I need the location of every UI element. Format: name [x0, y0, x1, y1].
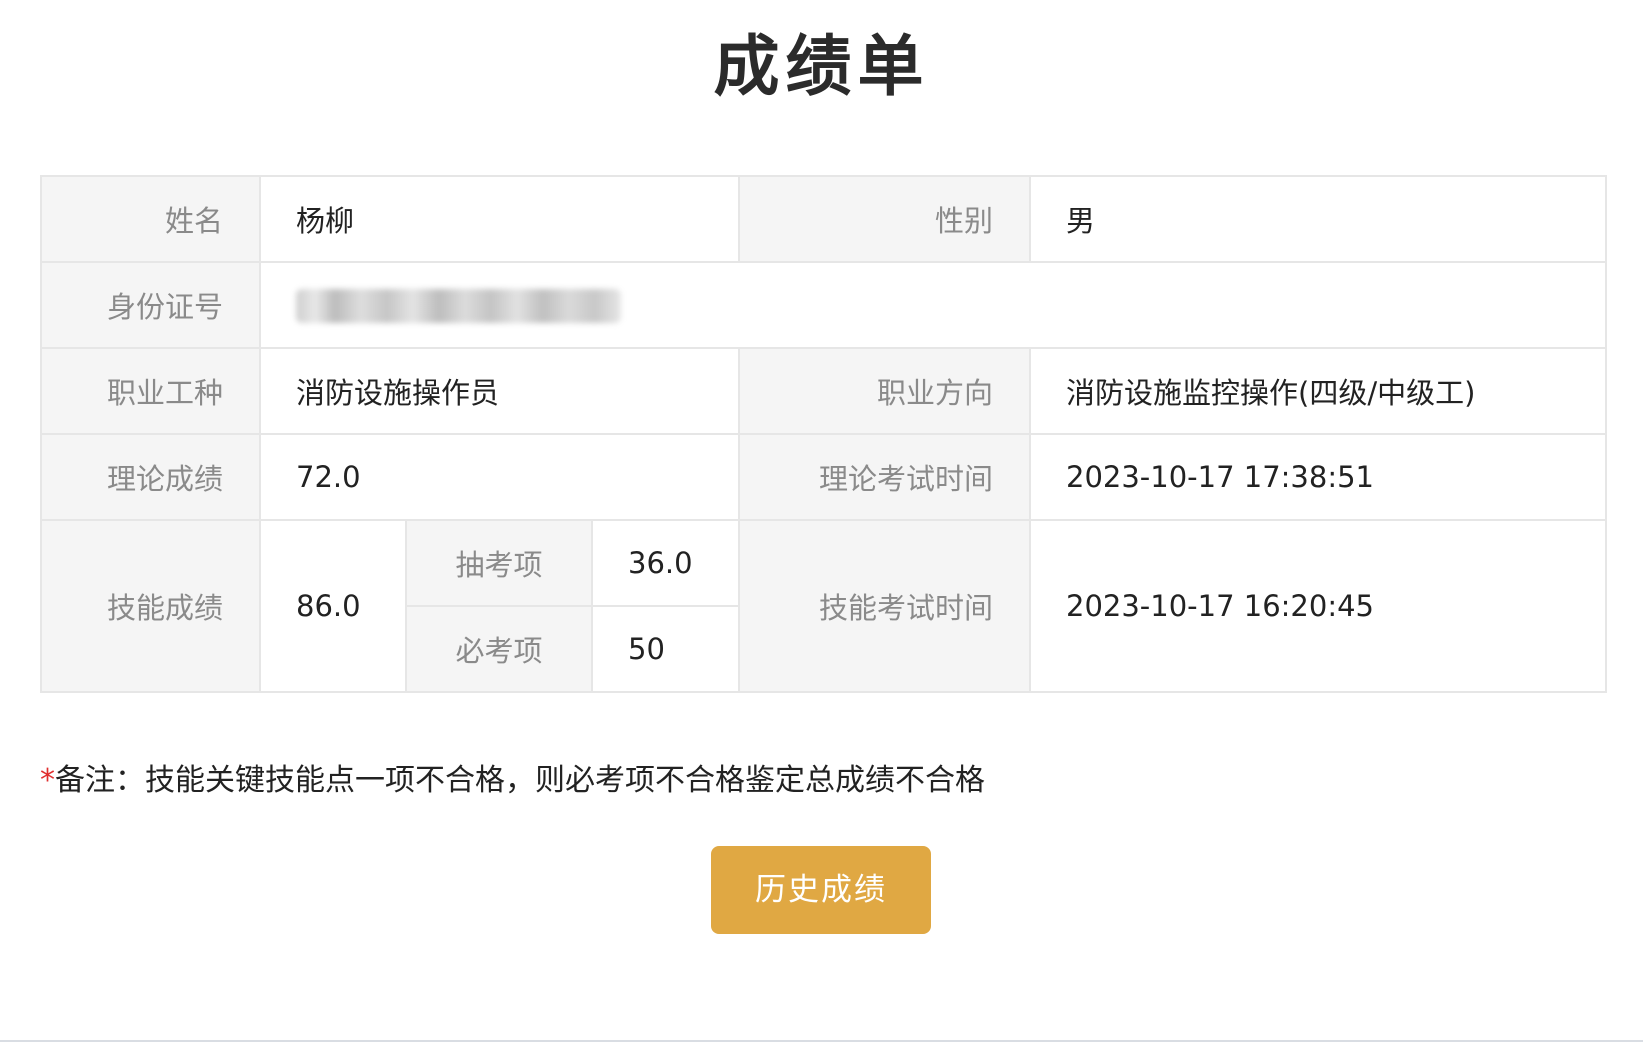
table-row: 职业工种 消防设施操作员 职业方向 消防设施监控操作(四级/中级工)	[40, 347, 1607, 435]
history-scores-button[interactable]: 历史成绩	[711, 846, 931, 934]
table-row: 理论成绩 72.0 理论考试时间 2023-10-17 17:38:51	[40, 433, 1607, 521]
skill-score-label: 技能成绩	[40, 519, 261, 693]
theory-score-value: 72.0	[259, 433, 740, 521]
blurred-id-number	[296, 289, 621, 323]
required-item-value: 50	[591, 605, 740, 693]
name-label: 姓名	[40, 175, 261, 263]
direction-label: 职业方向	[738, 347, 1031, 435]
remark-text: 备注：技能关键技能点一项不合格，则必考项不合格鉴定总成绩不合格	[55, 763, 985, 798]
skill-time-label: 技能考试时间	[738, 519, 1031, 693]
score-table: 姓名 杨柳 性别 男 身份证号 职业工种 消防设施操作员 职业方向 消防设施监控…	[40, 175, 1607, 693]
theory-time-label: 理论考试时间	[738, 433, 1031, 521]
theory-time-value: 2023-10-17 17:38:51	[1029, 433, 1607, 521]
required-item-label: 必考项	[405, 605, 593, 693]
occupation-label: 职业工种	[40, 347, 261, 435]
gender-label: 性别	[738, 175, 1031, 263]
random-item-label: 抽考项	[405, 519, 593, 607]
table-row: 姓名 杨柳 性别 男	[40, 175, 1607, 263]
bottom-divider	[0, 1040, 1643, 1042]
gender-value: 男	[1029, 175, 1607, 263]
skill-score-value: 86.0	[259, 519, 407, 693]
table-row: 技能成绩 86.0 抽考项 36.0 技能考试时间 2023-10-17 16:…	[40, 519, 1607, 693]
direction-value: 消防设施监控操作(四级/中级工)	[1029, 347, 1607, 435]
occupation-value: 消防设施操作员	[259, 347, 740, 435]
name-value: 杨柳	[259, 175, 740, 263]
required-asterisk: *	[40, 763, 55, 798]
theory-score-label: 理论成绩	[40, 433, 261, 521]
id-number-value	[259, 261, 1607, 349]
remark-note: *备注：技能关键技能点一项不合格，则必考项不合格鉴定总成绩不合格	[40, 756, 985, 806]
table-row: 身份证号	[40, 261, 1607, 349]
random-item-value: 36.0	[591, 519, 740, 607]
id-number-label: 身份证号	[40, 261, 261, 349]
page-title: 成绩单	[713, 28, 930, 105]
skill-time-value: 2023-10-17 16:20:45	[1029, 519, 1607, 693]
